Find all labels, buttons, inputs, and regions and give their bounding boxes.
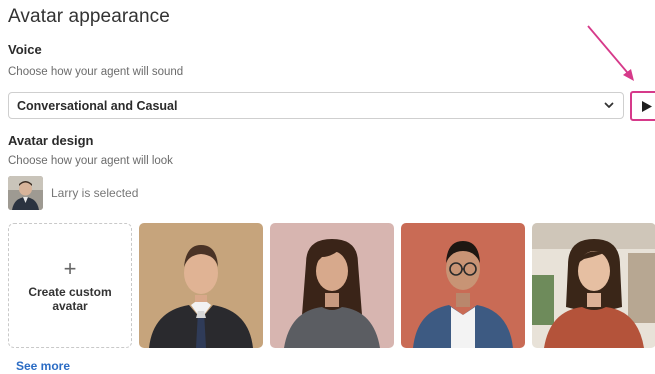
selected-avatar-text: Larry is selected xyxy=(51,186,139,200)
avatar-design-subtitle: Choose how your agent will look xyxy=(8,155,173,167)
voice-subtitle: Choose how your agent will sound xyxy=(8,66,184,78)
plus-icon: + xyxy=(63,255,77,281)
avatar-image xyxy=(139,223,263,348)
avatar-design-title: Avatar design xyxy=(8,133,94,148)
avatar-card[interactable] xyxy=(532,223,655,348)
create-custom-avatar-card[interactable]: + Create custom avatar xyxy=(8,223,132,348)
avatar-image xyxy=(401,223,525,348)
voice-select-value: Conversational and Casual xyxy=(17,98,178,113)
play-voice-button[interactable] xyxy=(630,91,655,121)
avatar-card[interactable] xyxy=(139,223,263,348)
chevron-down-icon xyxy=(604,102,614,108)
page-title: Avatar appearance xyxy=(8,6,170,27)
play-icon xyxy=(642,101,652,112)
selected-avatar-thumbnail xyxy=(8,176,43,210)
pointer-arrow-icon xyxy=(587,25,634,81)
voice-select[interactable]: Conversational and Casual xyxy=(8,92,624,119)
voice-title: Voice xyxy=(8,42,42,57)
avatar-card[interactable] xyxy=(401,223,525,348)
selected-avatar-row: Larry is selected xyxy=(8,176,138,210)
see-more-link[interactable]: See more xyxy=(16,359,70,373)
avatar-image xyxy=(270,223,394,348)
avatar-card[interactable] xyxy=(270,223,394,348)
create-custom-avatar-label: Create custom avatar xyxy=(28,284,112,313)
avatar-image xyxy=(532,223,655,348)
